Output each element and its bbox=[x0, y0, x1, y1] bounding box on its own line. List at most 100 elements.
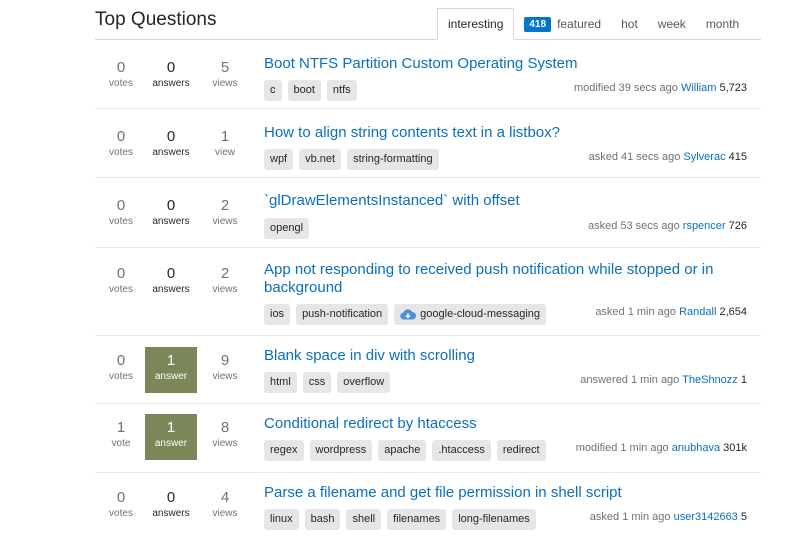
question-row: 0 votes 0 answers 5 views Boot NTFS Partiti… bbox=[95, 40, 761, 109]
answer-label: answers bbox=[152, 508, 190, 519]
tab-interesting[interactable]: interesting bbox=[437, 8, 515, 40]
answer-count: 0 answers bbox=[145, 265, 197, 297]
answer-count-accepted: 1 answer bbox=[145, 347, 197, 393]
tag-regex[interactable]: regex bbox=[264, 440, 304, 461]
tag-shell[interactable]: shell bbox=[346, 509, 382, 530]
vote-number: 1 bbox=[116, 419, 126, 436]
vote-count: 0 votes bbox=[95, 197, 147, 229]
tab-month[interactable]: month bbox=[696, 8, 749, 40]
vote-number: 0 bbox=[116, 197, 126, 214]
activity-text: answered 1 min ago bbox=[580, 374, 680, 386]
questions-header: Top Questions interesting 418 featured ho… bbox=[0, 0, 800, 40]
user-link[interactable]: TheShnozz bbox=[682, 374, 738, 386]
tag-apache[interactable]: apache bbox=[378, 440, 427, 461]
answer-number: 0 bbox=[166, 489, 176, 506]
tag-filenames[interactable]: filenames bbox=[387, 509, 447, 530]
question-meta: asked 1 min ago Randall 2,654 bbox=[595, 306, 747, 318]
tag-long-filenames[interactable]: long-filenames bbox=[452, 509, 536, 530]
question-meta: asked 41 secs ago Sylverac 415 bbox=[589, 151, 747, 163]
view-count: 2 views bbox=[199, 197, 251, 229]
question-title-link[interactable]: `glDrawElementsInstanced` with offset bbox=[264, 192, 734, 210]
tag-list: wpf vb.net string-formatting bbox=[264, 149, 439, 170]
answer-label: answers bbox=[152, 147, 190, 158]
vote-label: vote bbox=[111, 438, 131, 449]
question-title-link[interactable]: Boot NTFS Partition Custom Operating Sys… bbox=[264, 55, 734, 73]
tag-redirect[interactable]: redirect bbox=[496, 440, 546, 461]
user-link[interactable]: user3142663 bbox=[674, 511, 738, 523]
tag-bash[interactable]: bash bbox=[304, 509, 341, 530]
view-count: 4 views bbox=[199, 489, 251, 521]
tag-c[interactable]: c bbox=[264, 80, 282, 101]
user-link[interactable]: Randall bbox=[679, 306, 716, 318]
view-number: 4 bbox=[220, 489, 230, 506]
answer-number: 0 bbox=[166, 197, 176, 214]
tag-push-notification[interactable]: push-notification bbox=[296, 304, 389, 325]
reputation: 5 bbox=[740, 511, 747, 523]
activity-text: asked 1 min ago bbox=[589, 511, 671, 523]
question-meta: modified 39 secs ago William 5,723 bbox=[574, 82, 747, 94]
question-meta: answered 1 min ago TheShnozz 1 bbox=[580, 374, 747, 386]
vote-number: 0 bbox=[116, 265, 126, 282]
tag-string-formatting[interactable]: string-formatting bbox=[347, 149, 439, 170]
reputation: 415 bbox=[728, 151, 747, 163]
tab-label: hot bbox=[621, 17, 638, 31]
tag-list: ios push-notification google-cloud-messa… bbox=[264, 304, 547, 325]
question-title-link[interactable]: Parse a filename and get file permission… bbox=[264, 484, 734, 502]
tag-htaccess[interactable]: .htaccess bbox=[432, 440, 491, 461]
answer-label: answer bbox=[154, 371, 188, 382]
vote-label: votes bbox=[109, 78, 133, 89]
view-label: views bbox=[212, 371, 238, 382]
user-link[interactable]: William bbox=[681, 82, 716, 94]
answer-number: 0 bbox=[166, 265, 176, 282]
tag-ios[interactable]: ios bbox=[264, 304, 291, 325]
tag-boot[interactable]: boot bbox=[287, 80, 321, 101]
tab-hot[interactable]: hot bbox=[611, 8, 648, 40]
answer-number: 1 bbox=[166, 419, 176, 436]
question-title-link[interactable]: Blank space in div with scrolling bbox=[264, 347, 734, 365]
view-label: views bbox=[212, 508, 238, 519]
tag-html[interactable]: html bbox=[264, 372, 297, 393]
question-title-link[interactable]: How to align string contents text in a l… bbox=[264, 124, 734, 142]
tag-label: google-cloud-messaging bbox=[420, 308, 541, 320]
answer-label: answers bbox=[152, 78, 190, 89]
answer-label: answers bbox=[152, 216, 190, 227]
tag-list: regex wordpress apache .htaccess redirec… bbox=[264, 440, 546, 461]
answer-label: answer bbox=[154, 438, 188, 449]
question-row: 1 vote 1 answer 8 views Conditional redirec… bbox=[95, 404, 761, 473]
tag-opengl[interactable]: opengl bbox=[264, 218, 310, 239]
view-number: 1 bbox=[220, 128, 230, 145]
tag-vbnet[interactable]: vb.net bbox=[299, 149, 342, 170]
view-number: 2 bbox=[220, 197, 230, 214]
vote-count: 0 votes bbox=[95, 128, 147, 160]
view-number: 2 bbox=[220, 265, 230, 282]
user-link[interactable]: Sylverac bbox=[683, 151, 725, 163]
user-link[interactable]: anubhava bbox=[672, 442, 720, 454]
tag-wpf[interactable]: wpf bbox=[264, 149, 294, 170]
user-link[interactable]: rspencer bbox=[683, 220, 726, 232]
answer-count: 0 answers bbox=[145, 59, 197, 91]
tag-css[interactable]: css bbox=[302, 372, 332, 393]
vote-count: 1 vote bbox=[95, 419, 147, 451]
tag-wordpress[interactable]: wordpress bbox=[309, 440, 373, 461]
answer-label: answers bbox=[152, 284, 190, 295]
question-title-link[interactable]: App not responding to received push noti… bbox=[264, 261, 734, 297]
tab-label: week bbox=[657, 17, 686, 31]
question-title-link[interactable]: Conditional redirect by htaccess bbox=[264, 415, 734, 433]
vote-number: 0 bbox=[116, 489, 126, 506]
view-number: 9 bbox=[220, 352, 230, 369]
tag-google-cloud-messaging[interactable]: google-cloud-messaging bbox=[394, 304, 547, 325]
reputation: 301k bbox=[723, 442, 747, 454]
tab-label: interesting bbox=[448, 17, 504, 31]
tag-ntfs[interactable]: ntfs bbox=[326, 80, 357, 101]
vote-number: 0 bbox=[116, 59, 126, 76]
page-title: Top Questions bbox=[95, 9, 217, 30]
tab-featured[interactable]: 418 featured bbox=[514, 8, 611, 40]
tag-overflow[interactable]: overflow bbox=[337, 372, 391, 393]
tag-linux[interactable]: linux bbox=[264, 509, 299, 530]
reputation: 2,654 bbox=[719, 306, 747, 318]
sort-tabs: interesting 418 featured hot week month bbox=[437, 8, 749, 40]
tab-week[interactable]: week bbox=[648, 8, 696, 40]
question-row: 0 votes 1 answer 9 views Blank space in div… bbox=[95, 336, 761, 404]
question-row: 0 votes 0 answers 1 view How to align strin… bbox=[95, 109, 761, 178]
answer-count: 0 answers bbox=[145, 197, 197, 229]
